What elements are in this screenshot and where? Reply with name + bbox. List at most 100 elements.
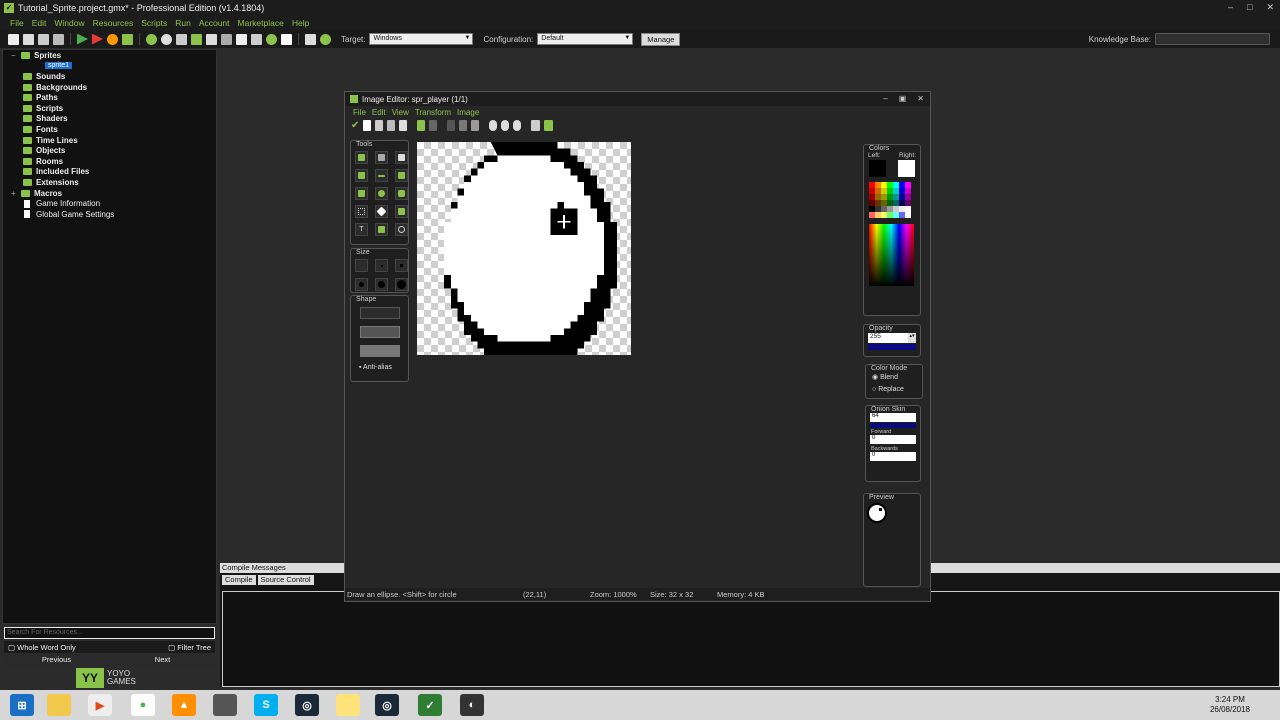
tree-item-backgrounds[interactable]: Backgrounds	[3, 82, 216, 93]
tree-item-included-files[interactable]: Included Files	[3, 167, 216, 178]
tab-compile[interactable]: Compile	[222, 575, 256, 585]
run-icon[interactable]	[77, 33, 88, 45]
rounded-rectangle-tool-icon[interactable]	[395, 187, 408, 200]
stop-icon[interactable]	[107, 33, 118, 45]
editor-menu-file[interactable]: File	[353, 108, 366, 117]
text-tool-icon[interactable]: T	[355, 223, 368, 236]
zoom-out-icon[interactable]	[489, 119, 498, 131]
tree-item-time-lines[interactable]: Time Lines	[3, 135, 216, 146]
knowledge-base-input[interactable]	[1155, 33, 1270, 45]
previous-button[interactable]: Previous	[4, 654, 109, 666]
open-image-icon[interactable]	[375, 119, 384, 131]
close-icon[interactable]: ✕	[1266, 2, 1274, 13]
opacity-spinner-icon[interactable]: ▴▾	[908, 333, 916, 343]
file-explorer-icon[interactable]	[47, 694, 71, 716]
menu-file[interactable]: File	[10, 18, 24, 28]
global-settings-icon[interactable]	[320, 33, 331, 45]
windows-start-icon[interactable]: ⊞	[10, 694, 34, 716]
collapse-icon[interactable]: −	[11, 51, 19, 60]
anti-alias-checkbox[interactable]: ▪ Anti-alias	[351, 364, 408, 371]
game-information-icon[interactable]	[305, 33, 316, 45]
vlc-icon[interactable]: ▲	[172, 694, 196, 716]
next-button[interactable]: Next	[110, 654, 215, 666]
tab-source-control[interactable]: Source Control	[257, 575, 314, 585]
replace-radio[interactable]: ○ Replace	[872, 384, 922, 396]
add-room-icon[interactable]	[281, 33, 292, 45]
menu-scripts[interactable]: Scripts	[141, 18, 167, 28]
tree-item-fonts[interactable]: Fonts	[3, 124, 216, 135]
add-sprite-icon[interactable]	[146, 33, 157, 45]
new-project-icon[interactable]	[8, 33, 19, 45]
save-image-icon[interactable]	[387, 119, 396, 131]
menu-window[interactable]: Window	[54, 18, 84, 28]
menu-run[interactable]: Run	[175, 18, 191, 28]
rectangle-tool-icon[interactable]	[355, 187, 368, 200]
tree-item-global-game-settings[interactable]: Global Game Settings	[3, 209, 216, 220]
forward-input[interactable]: 0	[870, 435, 916, 444]
menu-resources[interactable]: Resources	[93, 18, 134, 28]
zoom-in-icon[interactable]	[513, 119, 522, 131]
fill-tool-icon[interactable]	[395, 205, 408, 218]
save-project-icon[interactable]	[38, 33, 49, 45]
chrome-icon[interactable]: ●	[131, 694, 155, 716]
cut-icon[interactable]	[447, 119, 456, 131]
editor-menu-edit[interactable]: Edit	[372, 108, 386, 117]
opacity-input[interactable]: 255 ▴▾	[868, 333, 916, 343]
tree-item-sprites[interactable]: − Sprites	[3, 50, 216, 61]
tree-item-rooms[interactable]: Rooms	[3, 156, 216, 167]
sticky-notes-icon[interactable]	[336, 694, 360, 716]
size-6-icon[interactable]	[395, 278, 408, 291]
magic-wand-tool-icon[interactable]	[375, 205, 388, 218]
undo-icon[interactable]	[417, 119, 426, 131]
whole-word-checkbox[interactable]: ▢ Whole Word Only	[8, 643, 76, 652]
grid-settings-icon[interactable]	[544, 119, 554, 131]
tree-item-game-information[interactable]: Game Information	[3, 198, 216, 209]
add-font-icon[interactable]	[236, 33, 247, 45]
lasso-tool-icon[interactable]	[395, 223, 408, 236]
color-picker-tool-icon[interactable]	[355, 169, 368, 182]
debug-icon[interactable]	[92, 33, 103, 45]
color-palette[interactable]	[869, 182, 920, 218]
line-tool-icon[interactable]	[375, 169, 388, 182]
confirm-checkmark-icon[interactable]: ✔	[351, 120, 359, 131]
menu-help[interactable]: Help	[292, 18, 309, 28]
resource-search-input[interactable]: Search For Resources...	[4, 627, 215, 639]
menu-marketplace[interactable]: Marketplace	[238, 18, 284, 28]
tree-item-shaders[interactable]: Shaders	[3, 114, 216, 125]
onion-skin-input[interactable]: 64	[870, 413, 916, 422]
size-4-icon[interactable]	[355, 278, 368, 291]
sprite-canvas[interactable]	[417, 142, 631, 362]
export-icon[interactable]	[53, 33, 64, 45]
minimize-icon[interactable]: –	[883, 94, 887, 103]
polygon-tool-icon[interactable]	[395, 169, 408, 182]
maximize-icon[interactable]: ▣	[899, 94, 907, 103]
steam-icon[interactable]: ◎	[295, 694, 319, 716]
shape-outline-option[interactable]	[359, 307, 400, 319]
manage-button[interactable]: Manage	[641, 32, 681, 46]
maximize-icon[interactable]: □	[1247, 2, 1252, 13]
obs-icon[interactable]: ◐	[460, 694, 484, 716]
left-color-swatch[interactable]	[869, 160, 886, 177]
size-3-icon[interactable]	[395, 259, 408, 272]
tree-item-sounds[interactable]: Sounds	[3, 71, 216, 82]
steam-client-icon[interactable]: ◎	[375, 694, 399, 716]
menu-edit[interactable]: Edit	[32, 18, 47, 28]
shape-filled-option[interactable]	[359, 345, 400, 357]
skype-icon[interactable]: S	[254, 694, 278, 716]
open-project-icon[interactable]	[23, 33, 34, 45]
tree-item-extensions[interactable]: Extensions	[3, 177, 216, 188]
opacity-slider[interactable]	[868, 344, 916, 350]
target-select[interactable]: Windows	[369, 33, 474, 45]
copy-icon[interactable]	[459, 119, 468, 131]
paste-icon[interactable]	[471, 119, 480, 131]
backwards-input[interactable]: 0	[870, 452, 916, 461]
tree-item-paths[interactable]: Paths	[3, 92, 216, 103]
spray-tool-icon[interactable]	[375, 151, 388, 164]
add-path-icon[interactable]	[191, 33, 202, 45]
size-2-icon[interactable]	[375, 259, 388, 272]
right-color-swatch[interactable]	[898, 160, 915, 177]
color-spectrum-picker[interactable]	[869, 224, 914, 286]
minimize-icon[interactable]: –	[1228, 2, 1233, 13]
zoom-reset-icon[interactable]	[501, 119, 510, 131]
add-shader-icon[interactable]	[221, 33, 232, 45]
